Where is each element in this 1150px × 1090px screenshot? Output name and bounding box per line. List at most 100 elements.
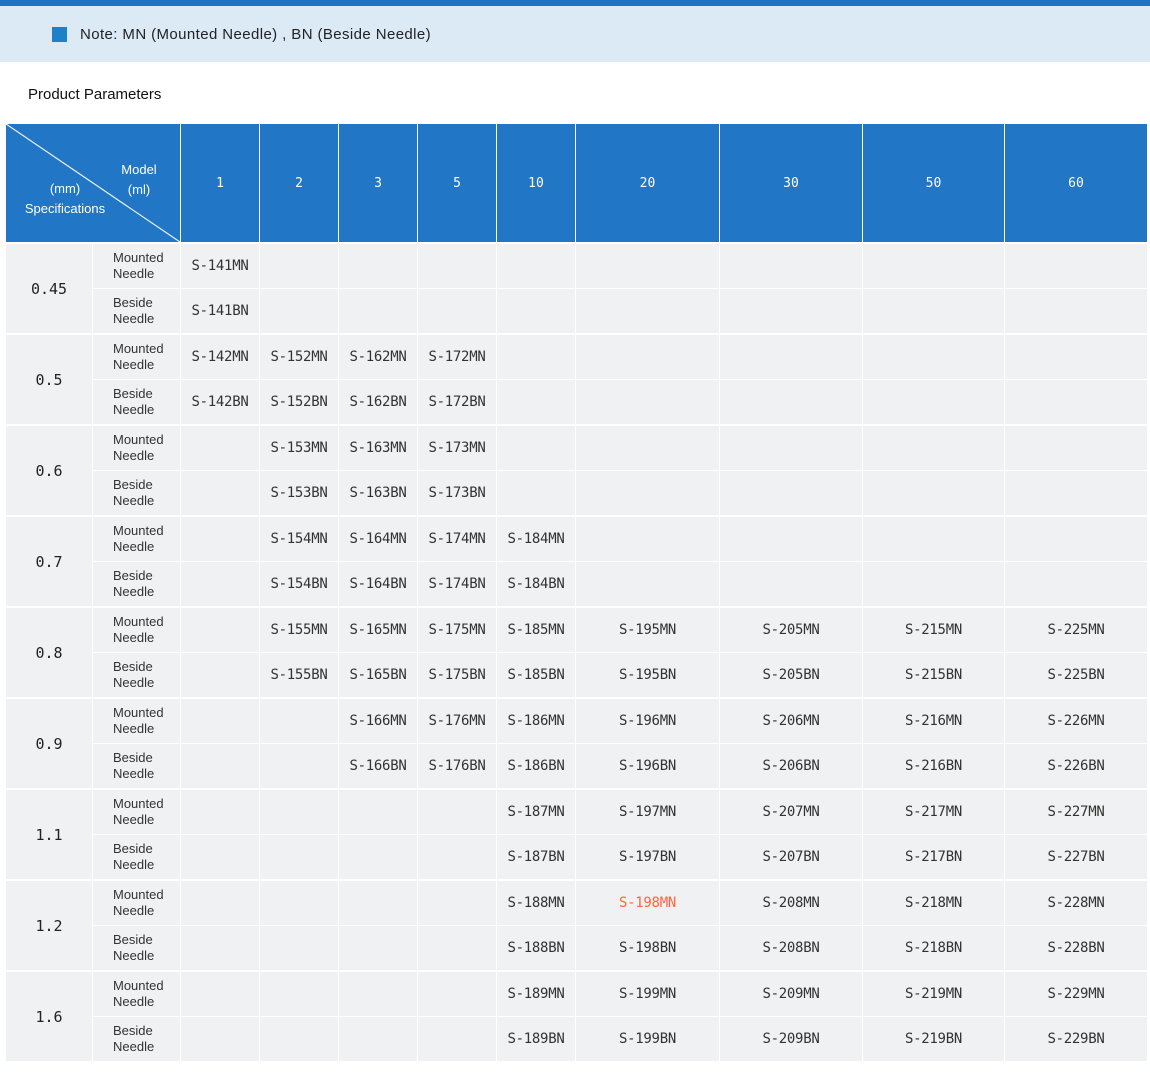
empty-cell	[863, 426, 1004, 470]
model-cell: S-228BN	[1005, 926, 1147, 970]
empty-cell	[260, 744, 338, 788]
note-text: Note: MN (Mounted Needle) , BN (Beside N…	[80, 25, 432, 43]
model-cell: S-155MN	[260, 608, 338, 652]
model-cell: S-206MN	[720, 699, 862, 743]
column-header-10ml: 10	[497, 124, 575, 242]
model-cell: S-185MN	[497, 608, 575, 652]
model-cell: S-165BN	[339, 653, 417, 697]
spec-group-0.6: 0.6 Mounted Needle S-153MN S-163MN S-173MN Bes…	[6, 426, 1147, 515]
model-cell: S-226MN	[1005, 699, 1147, 743]
empty-cell	[863, 380, 1004, 424]
model-cell: S-188BN	[497, 926, 575, 970]
empty-cell	[181, 426, 259, 470]
model-cell: S-217MN	[863, 790, 1004, 834]
model-cell: S-226BN	[1005, 744, 1147, 788]
model-cell: S-227BN	[1005, 835, 1147, 879]
model-cell: S-206BN	[720, 744, 862, 788]
column-header-1ml: 1	[181, 124, 259, 242]
model-cell: S-198BN	[576, 926, 719, 970]
model-cell: S-174BN	[418, 562, 496, 606]
empty-cell	[720, 380, 862, 424]
model-cell: S-216MN	[863, 699, 1004, 743]
note-bullet-icon	[52, 26, 67, 42]
empty-cell	[181, 517, 259, 561]
model-cell: S-164BN	[339, 562, 417, 606]
empty-cell	[181, 744, 259, 788]
empty-cell	[418, 1017, 496, 1061]
empty-cell	[339, 1017, 417, 1061]
beside-needle-label: Beside Needle	[93, 471, 180, 515]
model-cell: S-172MN	[418, 335, 496, 379]
empty-cell	[181, 699, 259, 743]
empty-cell	[181, 790, 259, 834]
model-cell: S-172BN	[418, 380, 496, 424]
spec-value: 0.7	[6, 517, 92, 606]
spec-group-0.8: 0.8 Mounted Needle S-155MN S-165MN S-175MN S-1…	[6, 608, 1147, 697]
empty-cell	[576, 244, 719, 288]
model-cell: S-166BN	[339, 744, 417, 788]
mounted-needle-label: Mounted Needle	[93, 608, 180, 652]
empty-cell	[863, 244, 1004, 288]
empty-cell	[1005, 380, 1147, 424]
empty-cell	[720, 562, 862, 606]
model-cell: S-225MN	[1005, 608, 1147, 652]
model-cell: S-225BN	[1005, 653, 1147, 697]
model-cell: S-153MN	[260, 426, 338, 470]
model-cell: S-141BN	[181, 289, 259, 333]
empty-cell	[418, 835, 496, 879]
empty-cell	[497, 289, 575, 333]
model-cell: S-162MN	[339, 335, 417, 379]
model-cell: S-199MN	[576, 972, 719, 1016]
empty-cell	[576, 517, 719, 561]
empty-cell	[1005, 244, 1147, 288]
model-cell: S-195BN	[576, 653, 719, 697]
spec-group-1.2: 1.2 Mounted Needle S-188MN S-198MN S-208MN S-2…	[6, 881, 1147, 970]
model-cell: S-187BN	[497, 835, 575, 879]
model-cell: S-229BN	[1005, 1017, 1147, 1061]
empty-cell	[181, 471, 259, 515]
empty-cell	[497, 380, 575, 424]
column-header-60ml: 60	[1005, 124, 1147, 242]
empty-cell	[576, 562, 719, 606]
mounted-needle-label: Mounted Needle	[93, 244, 180, 288]
column-header-20ml: 20	[576, 124, 719, 242]
model-cell: S-218BN	[863, 926, 1004, 970]
table-corner-cell: Model (ml) (mm) Specifications	[6, 124, 180, 242]
model-cell: S-176MN	[418, 699, 496, 743]
empty-cell	[260, 790, 338, 834]
model-cell: S-142BN	[181, 380, 259, 424]
model-cell: S-215MN	[863, 608, 1004, 652]
model-cell: S-227MN	[1005, 790, 1147, 834]
empty-cell	[339, 881, 417, 925]
empty-cell	[181, 653, 259, 697]
model-cell: S-152BN	[260, 380, 338, 424]
model-cell: S-176BN	[418, 744, 496, 788]
empty-cell	[863, 562, 1004, 606]
empty-cell	[181, 1017, 259, 1061]
spec-value: 1.2	[6, 881, 92, 970]
empty-cell	[720, 471, 862, 515]
empty-cell	[497, 426, 575, 470]
model-cell: S-207MN	[720, 790, 862, 834]
model-cell: S-228MN	[1005, 881, 1147, 925]
model-cell: S-207BN	[720, 835, 862, 879]
model-cell: S-173BN	[418, 471, 496, 515]
empty-cell	[181, 835, 259, 879]
mounted-needle-label: Mounted Needle	[93, 517, 180, 561]
spec-value: 0.6	[6, 426, 92, 515]
empty-cell	[720, 426, 862, 470]
mounted-needle-label: Mounted Needle	[93, 335, 180, 379]
model-cell: S-216BN	[863, 744, 1004, 788]
table-header-row: Model (ml) (mm) Specifications 1 2 3 5 10 20 3…	[6, 124, 1147, 242]
empty-cell	[720, 517, 862, 561]
model-cell: S-189MN	[497, 972, 575, 1016]
empty-cell	[418, 972, 496, 1016]
model-cell: S-141MN	[181, 244, 259, 288]
model-cell: S-155BN	[260, 653, 338, 697]
empty-cell	[260, 926, 338, 970]
model-cell: S-175BN	[418, 653, 496, 697]
empty-cell	[497, 244, 575, 288]
model-cell: S-163MN	[339, 426, 417, 470]
beside-needle-label: Beside Needle	[93, 653, 180, 697]
model-cell: S-142MN	[181, 335, 259, 379]
